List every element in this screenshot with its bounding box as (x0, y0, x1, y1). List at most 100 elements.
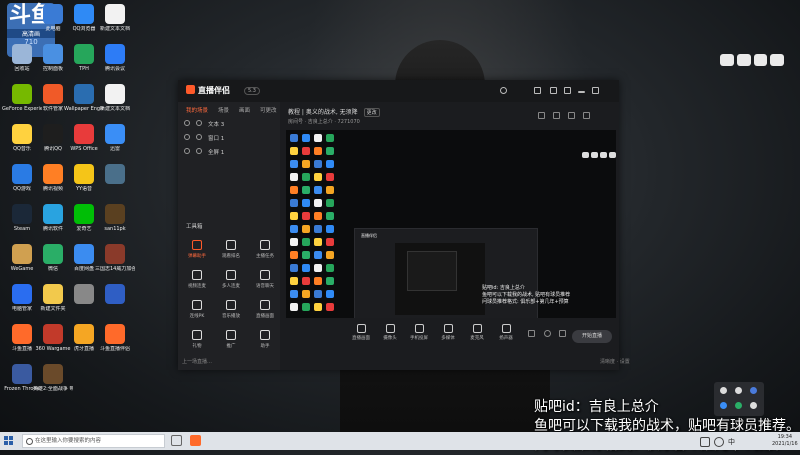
visibility-icon[interactable] (184, 134, 190, 140)
scene-tab[interactable]: 可更改 (260, 106, 277, 114)
lock-icon[interactable] (196, 120, 202, 126)
source-tool-button[interactable]: 多媒体 (433, 324, 463, 341)
edit-room-chip[interactable]: 更改 (363, 108, 380, 117)
source-row[interactable]: 窗口 1 (184, 134, 224, 142)
room-title[interactable]: 教程 | 奥义的战术, 无须降 更改 (288, 107, 380, 117)
taskbar-clock[interactable]: 19:34 2021/1/16 (772, 434, 798, 448)
network-icon[interactable] (700, 437, 710, 447)
start-live-button[interactable]: 开始直播 (572, 330, 612, 343)
source-tool-button[interactable]: 摄像头 (375, 324, 405, 341)
toolbox-item[interactable]: 助手 (250, 328, 280, 356)
preview-tray-icon (600, 152, 607, 158)
scene-tabs[interactable]: 我的场景 场景 画面 可更改 (186, 106, 277, 114)
toolbox-item[interactable]: 弹幕助手 (182, 238, 212, 266)
maximize-icon[interactable] (592, 87, 599, 94)
toolbar-icon[interactable] (753, 54, 768, 66)
app-icon (43, 244, 63, 264)
desktop-icon[interactable]: 腾讯会议 (95, 42, 135, 82)
scene-tab[interactable]: 画面 (239, 106, 250, 114)
app-icon (74, 164, 94, 184)
toolbox-item[interactable]: 推广 (216, 328, 246, 356)
source-row[interactable]: 全屏 1 (184, 148, 224, 156)
source-tool-label: 摄像头 (383, 336, 397, 341)
toolbox-item[interactable]: 多人连麦 (216, 268, 246, 296)
taskbar: 在这里输入你要搜索的内容 中 19:34 2021/1/16 (0, 432, 800, 450)
tool-label: 直播画面 (256, 314, 274, 319)
app-icon (74, 84, 94, 104)
desktop-icon[interactable]: 三国志14威力加强版 (95, 242, 135, 282)
live-preview[interactable]: 直播伴侣 贴吧id: 吉良上总介 鱼吧可以下载我的战术, 贴吧有球员推荐 问球员… (286, 130, 616, 318)
toolbox-item[interactable]: 直播画面 (250, 298, 280, 326)
lock-icon[interactable] (196, 148, 202, 154)
room-meta: 房间号 · 吉良上总介 · 7271070 (288, 119, 360, 125)
toolbar-icon[interactable] (736, 54, 751, 66)
toolbox-item[interactable]: 语音聊天 (250, 268, 280, 296)
ime-icon[interactable]: 中 (728, 437, 735, 447)
preview-desktop-icon (314, 303, 322, 311)
toolbox-item[interactable]: 连线PK (182, 298, 212, 326)
lock-icon[interactable] (196, 134, 202, 140)
source-tool-button[interactable]: 手机投屏 (404, 324, 434, 341)
source-tool-button[interactable]: 麦克风 (462, 324, 492, 341)
toolbox-item[interactable]: 礼物 (182, 328, 212, 356)
tool-icon (192, 300, 202, 310)
taskbar-app-icon[interactable] (190, 435, 201, 446)
toolbar-icon[interactable] (770, 54, 784, 66)
preview-desktop-icon (326, 303, 334, 311)
tool-icon (226, 300, 236, 310)
toolbar-icon[interactable] (720, 54, 734, 66)
preview-desktop-icon (302, 290, 310, 298)
desktop-icon-label: 新建文本文档 (99, 26, 130, 32)
preview-desktop-icon (314, 238, 322, 246)
volume-icon[interactable] (714, 437, 724, 447)
minimize-icon[interactable] (578, 91, 585, 93)
avatar-icon[interactable] (500, 87, 507, 94)
desktop-icon[interactable] (95, 282, 135, 322)
visibility-icon[interactable] (184, 148, 190, 154)
preview-desktop-icon (290, 290, 298, 298)
close-icon[interactable] (606, 87, 613, 94)
toolbox-item[interactable]: 音乐播放 (216, 298, 246, 326)
toolbox-item[interactable]: 主播任务 (250, 238, 280, 266)
windows-start-icon[interactable] (4, 436, 14, 446)
taskbar-search-box[interactable]: 在这里输入你要搜索的内容 (22, 434, 165, 448)
share-icon[interactable] (583, 112, 590, 119)
desktop-icon[interactable]: 英雄2:全面战争 带魔改 (33, 362, 73, 402)
toolbox-item[interactable]: 视频连麦 (182, 268, 212, 296)
desktop-icon[interactable]: 迅雷 (95, 122, 135, 162)
preview-desktop-icon (302, 199, 310, 207)
tray-icon[interactable] (735, 387, 742, 394)
desktop-icon-label: 三国志14威力加强版 (95, 266, 135, 272)
tray-icon[interactable] (720, 387, 727, 394)
preview-desktop-icon (326, 160, 334, 168)
skin-icon[interactable] (534, 87, 541, 94)
preview-desktop-icon (290, 303, 298, 311)
toolbox-item[interactable]: 观看排名 (216, 238, 246, 266)
tray-icon[interactable] (750, 387, 757, 394)
scene-tab[interactable]: 我的场景 (186, 106, 208, 114)
source-tool-button[interactable]: 直播画面 (346, 324, 376, 341)
desktop-icon[interactable]: san11pk (95, 202, 135, 242)
visibility-icon[interactable] (184, 120, 190, 126)
desktop-icon[interactable]: 斗鱼直播伴侣 (95, 322, 135, 362)
desktop-icon[interactable]: 新建文本文档 (95, 2, 135, 42)
preview-desktop-icon (326, 277, 334, 285)
settings-icon[interactable] (544, 330, 551, 337)
app-icon (12, 284, 32, 304)
mail-icon[interactable] (550, 87, 557, 94)
more-icon[interactable] (559, 330, 566, 337)
source-row[interactable]: 文本 3 (184, 120, 224, 128)
floating-toolbar[interactable] (720, 54, 784, 68)
task-view-icon[interactable] (171, 435, 182, 446)
record-icon[interactable] (528, 330, 535, 337)
preview-desktop-icon (302, 212, 310, 220)
desktop-icon[interactable]: 新建文本文档 (95, 82, 135, 122)
settings-icon[interactable] (553, 112, 560, 119)
desktop-icon[interactable] (95, 162, 135, 202)
source-tool-button[interactable]: 扬声器 (491, 324, 521, 341)
fullscreen-icon[interactable] (568, 112, 575, 119)
menu-icon[interactable] (564, 87, 571, 94)
scene-tab[interactable]: 场景 (218, 106, 229, 114)
gift-icon[interactable] (538, 112, 545, 119)
preview-desktop-icon (314, 251, 322, 259)
